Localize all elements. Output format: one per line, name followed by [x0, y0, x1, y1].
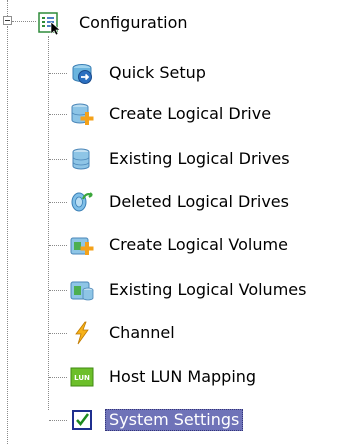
tree-item-label: Create Logical Drive — [109, 104, 272, 123]
tree-line-child — [49, 202, 67, 203]
lightning-bolt-icon — [70, 321, 94, 345]
tree-item-label: Deleted Logical Drives — [109, 192, 289, 211]
host-lun-mapping-icon: LUN — [70, 365, 94, 389]
collapse-toggle-icon[interactable] — [3, 16, 12, 25]
tree-item-quick-setup[interactable]: Quick Setup — [70, 60, 209, 86]
tree-item-channel[interactable]: Channel — [70, 320, 178, 346]
tree-item-label: System Settings — [105, 409, 244, 431]
tree-line-outer — [7, 0, 8, 16]
tree-node-label: Configuration — [79, 13, 188, 32]
tree-line-child — [49, 377, 67, 378]
tree-item-system-settings[interactable]: System Settings — [70, 407, 244, 433]
create-logical-volume-icon — [70, 233, 94, 257]
tree-item-label: Create Logical Volume — [109, 235, 288, 254]
tree-line-child — [49, 114, 67, 115]
tree-item-label: Existing Logical Drives — [109, 149, 290, 168]
existing-logical-volumes-icon — [70, 278, 94, 302]
tree-line-child — [49, 290, 67, 291]
tree-line-child — [49, 73, 67, 74]
tree-line-child — [49, 245, 67, 246]
deleted-logical-drives-icon — [70, 190, 94, 214]
tree-line-root — [12, 21, 36, 22]
existing-logical-drives-icon — [70, 147, 94, 171]
tree-line-child — [49, 159, 67, 160]
tree-item-label: Existing Logical Volumes — [109, 280, 307, 299]
tree-item-label: Quick Setup — [109, 63, 206, 82]
tree-node-configuration[interactable]: Configuration — [38, 10, 191, 36]
tree-item-host-lun-mapping[interactable]: LUN Host LUN Mapping — [70, 364, 259, 390]
tree-item-create-logical-volume[interactable]: Create Logical Volume — [70, 232, 291, 258]
checkbox-checked-icon — [70, 408, 94, 432]
tree-item-label: Host LUN Mapping — [109, 367, 257, 386]
create-logical-drive-icon — [70, 102, 94, 126]
configuration-tree: Configuration Quick Setup Create Logical… — [0, 0, 354, 444]
tree-line-children — [48, 36, 49, 410]
configuration-icon — [38, 11, 62, 36]
tree-line-child — [49, 420, 67, 421]
quick-setup-icon — [70, 61, 94, 85]
lun-badge-text: LUN — [74, 374, 90, 382]
tree-line-outer-lower — [7, 26, 8, 444]
tree-item-create-logical-drive[interactable]: Create Logical Drive — [70, 101, 274, 127]
tree-line-child — [49, 333, 67, 334]
tree-item-existing-logical-drives[interactable]: Existing Logical Drives — [70, 146, 293, 172]
tree-item-label: Channel — [109, 323, 175, 342]
tree-item-existing-logical-volumes[interactable]: Existing Logical Volumes — [70, 277, 309, 303]
tree-item-deleted-logical-drives[interactable]: Deleted Logical Drives — [70, 189, 292, 215]
